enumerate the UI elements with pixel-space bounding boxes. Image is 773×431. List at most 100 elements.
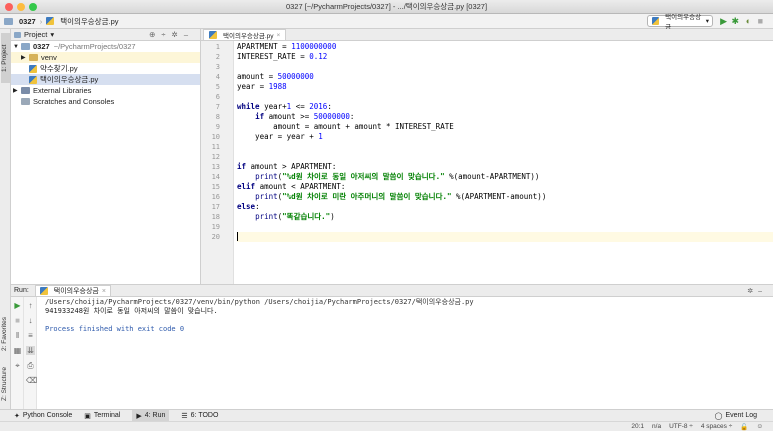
stop-button[interactable]: ■: [758, 16, 763, 27]
code-area[interactable]: APARTMENT = 1100000000 INTEREST_RATE = 0…: [237, 41, 773, 284]
pause-button[interactable]: ‖: [13, 331, 22, 340]
coverage-button[interactable]: ◐: [746, 16, 751, 27]
close-icon[interactable]: ×: [277, 32, 281, 39]
line-number: 12: [211, 153, 220, 161]
stop-button[interactable]: ■: [13, 316, 22, 325]
code-line: year = year + 1: [237, 132, 323, 141]
pin-icon[interactable]: ⌖: [13, 361, 22, 370]
nav-project[interactable]: 0327: [4, 17, 36, 26]
inspector-icon[interactable]: ☺: [756, 423, 763, 430]
run-panel: Run: 택이의우승상금 × ✲– ▶ ■ ‖ ▦ ⌖ ↑ ↓ ≡ ⇊ ⎙ ⌫ …: [11, 284, 773, 410]
close-icon[interactable]: ×: [102, 288, 106, 295]
line-number-gutter: 1 2 3 4 5 6 7 8 9 10 11 12 13 14 15 16 17 18 19 20: [201, 41, 234, 284]
line-number: 9: [215, 123, 220, 131]
code-line: amount = amount + amount * INTEREST_RATE: [237, 122, 454, 131]
python-file-icon: [29, 75, 37, 84]
layout-icon[interactable]: ▦: [13, 346, 22, 355]
run-configuration-select[interactable]: 택이의우승상금 ▾: [647, 14, 713, 31]
run-icon: ▶: [136, 412, 142, 420]
project-view-select[interactable]: Project: [24, 30, 47, 39]
print-icon[interactable]: ⎙: [26, 361, 35, 370]
line-number: 2: [215, 53, 220, 61]
line-number: 6: [215, 93, 220, 101]
tree-item-file-selected[interactable]: 택이의우승상금.py: [11, 74, 200, 85]
project-panel-header: Project ▾ ⊕÷✲–: [11, 29, 200, 41]
structure-tool-tab[interactable]: Z: Structure: [1, 364, 10, 404]
panel-toolbar-icons[interactable]: ⊕÷✲–: [149, 30, 194, 39]
window-title-bar: 0327 [~/PycharmProjects/0327] - .../택이의우…: [0, 0, 773, 14]
run-tab[interactable]: 택이의우승상금 ×: [34, 285, 111, 296]
folder-icon: [14, 31, 21, 38]
line-number: 15: [211, 183, 220, 191]
console-output[interactable]: /Users/choijia/PycharmProjects/0327/venv…: [45, 298, 773, 334]
wrap-icon[interactable]: ≡: [26, 331, 35, 340]
zoom-window-button[interactable]: [29, 3, 37, 11]
run-button[interactable]: ▶: [720, 16, 727, 27]
folder-icon: [4, 17, 13, 25]
lock-icon[interactable]: 🔓: [740, 423, 748, 431]
project-tool-tab[interactable]: 1: Project: [1, 33, 10, 83]
terminal-tab[interactable]: ▣ Terminal: [84, 412, 120, 420]
code-line: else:: [237, 202, 260, 211]
tree-item-file[interactable]: 약수찾기.py: [11, 63, 200, 74]
nav-file[interactable]: 택이의우승상금.py: [46, 16, 119, 27]
folder-icon: [21, 43, 30, 50]
navigation-bar: 0327 › 택이의우승상금.py 택이의우승상금 ▾ ▶ ✱ ◐ ■: [0, 14, 773, 31]
window-title: 0327 [~/PycharmProjects/0327] - .../택이의우…: [285, 2, 488, 11]
code-line-current: [237, 232, 773, 242]
tree-item-root[interactable]: ▼ 0327 ~/PycharmProjects/0327: [11, 41, 200, 52]
line-number: 1: [215, 43, 220, 51]
python-file-icon: [209, 31, 217, 39]
line-number: 20: [211, 233, 220, 241]
editor-tab[interactable]: 택이의우승상금.py ×: [203, 29, 287, 40]
code-line: print("%d원 차이로 미란 아주머니의 말씀이 맞습니다." %(APA…: [255, 192, 547, 201]
line-number: 16: [211, 193, 220, 201]
line-number: 14: [211, 173, 220, 181]
close-window-button[interactable]: [5, 3, 13, 11]
chevron-down-icon[interactable]: ▾: [50, 30, 54, 39]
event-log-tab[interactable]: ◯ Event Log: [715, 412, 757, 420]
line-number: 17: [211, 203, 220, 211]
trash-icon[interactable]: ⌫: [26, 376, 37, 385]
code-editor: 택이의우승상금.py × 1 2 3 4 5 6 7 8 9 10 11 12 13 14 15 16 17 18…: [201, 29, 773, 284]
line-number: 19: [211, 223, 220, 231]
code-line: while year+1 <= 2016:: [237, 102, 332, 111]
todo-tab[interactable]: ☰ 6: TODO: [181, 412, 218, 420]
python-console-tab[interactable]: ✦ Python Console: [14, 412, 72, 420]
scratches-icon: [21, 98, 30, 105]
gear-icon[interactable]: ✲–: [747, 287, 767, 295]
caret-position[interactable]: 20:1: [631, 423, 644, 430]
indent-setting[interactable]: 4 spaces ÷: [701, 423, 732, 430]
tree-item-venv[interactable]: ▶ venv: [11, 52, 200, 63]
run-toolbar-primary: ▶ ■ ‖ ▦ ⌖: [11, 297, 24, 410]
scroll-to-end-icon[interactable]: ⇊: [26, 346, 35, 355]
terminal-icon: ▣: [84, 412, 91, 420]
chevron-right-icon: ▶: [13, 88, 18, 94]
chevron-down-icon: ▾: [705, 18, 709, 25]
python-file-icon: [29, 64, 37, 73]
debug-button[interactable]: ✱: [731, 16, 739, 27]
file-encoding[interactable]: UTF-8 ÷: [669, 423, 693, 430]
bottom-tool-bar: ✦ Python Console ▣ Terminal ▶ 4: Run ☰ 6: TO…: [0, 409, 773, 421]
run-tool-tab[interactable]: ▶ 4: Run: [132, 410, 170, 421]
library-icon: [21, 87, 30, 94]
code-line: print("똑같습니다."): [255, 212, 335, 221]
favorites-tool-tab[interactable]: 2: Favorites: [1, 309, 10, 359]
arrow-down-icon[interactable]: ↓: [26, 316, 35, 325]
line-number: 8: [215, 113, 220, 121]
tree-item-scratches[interactable]: Scratches and Consoles: [11, 96, 200, 107]
code-line: print("%d원 차이로 동일 아저씨의 말씀이 맞습니다." %(amou…: [255, 172, 540, 181]
chevron-right-icon: ▶: [21, 55, 26, 61]
code-line: amount = 50000000: [237, 72, 314, 81]
line-number: 7: [215, 103, 220, 111]
code-line: INTEREST_RATE = 0.12: [237, 52, 328, 61]
python-file-icon: [652, 17, 660, 25]
rerun-button[interactable]: ▶: [13, 301, 22, 310]
tree-item-external-libraries[interactable]: ▶ External Libraries: [11, 85, 200, 96]
line-separator[interactable]: n/a: [652, 423, 661, 430]
line-number: 13: [211, 163, 220, 171]
minimize-window-button[interactable]: [17, 3, 25, 11]
folder-icon: [29, 54, 38, 61]
arrow-up-icon[interactable]: ↑: [26, 301, 35, 310]
